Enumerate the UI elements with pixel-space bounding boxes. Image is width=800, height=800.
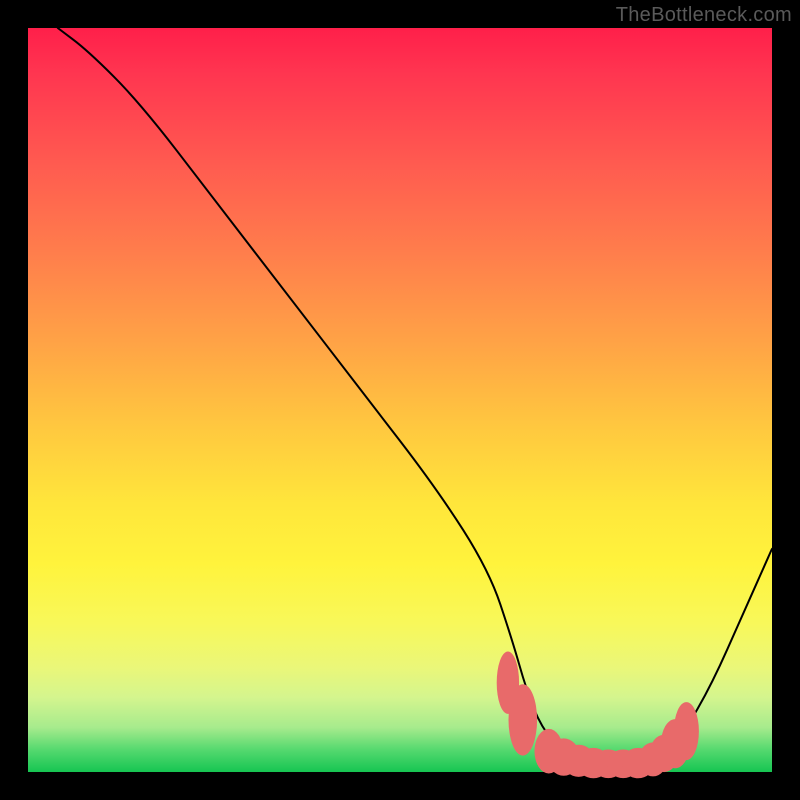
chart-overlay: [28, 28, 772, 772]
highlight-marker: [509, 684, 538, 755]
highlight-marker: [674, 702, 699, 760]
bottleneck-curve: [58, 28, 772, 764]
marker-group: [497, 652, 699, 779]
watermark-label: TheBottleneck.com: [616, 4, 792, 27]
plot-area: [28, 28, 772, 772]
